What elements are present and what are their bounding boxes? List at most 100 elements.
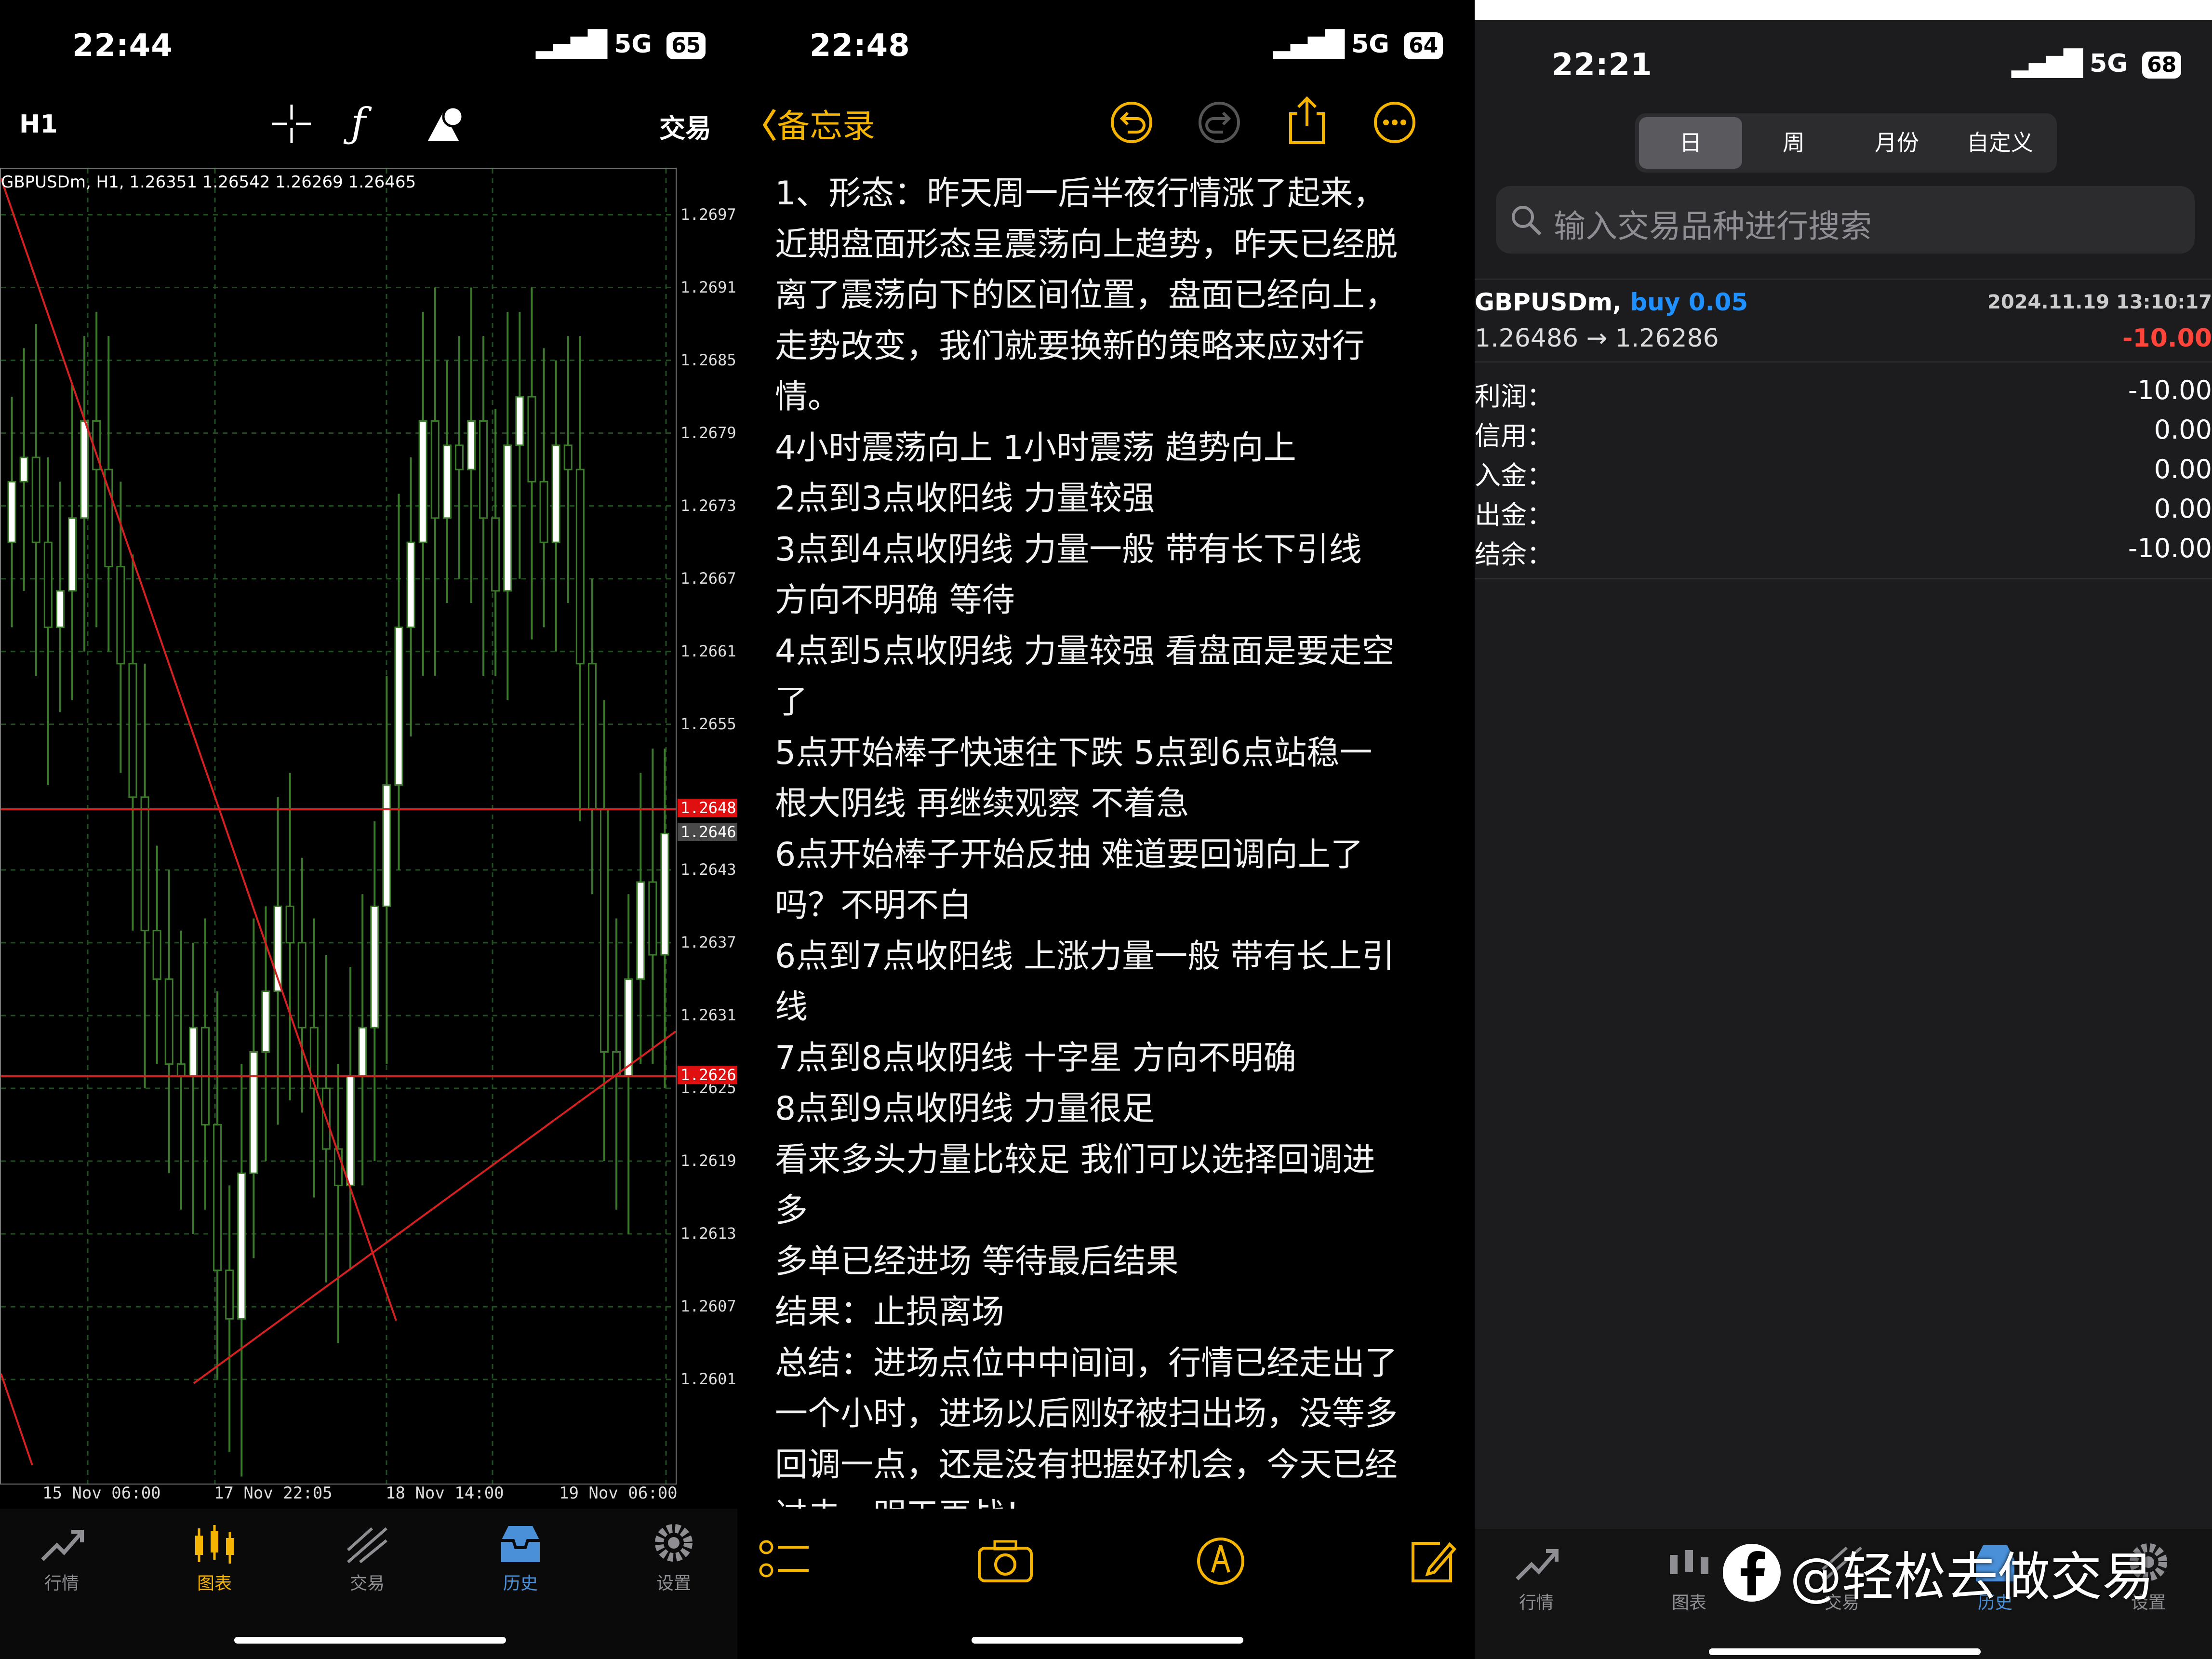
tab-bar: 行情 图表 交易 历史 设置 bbox=[0, 1509, 737, 1659]
segment-week[interactable]: 周 bbox=[1742, 117, 1845, 169]
chart-icon bbox=[1670, 1550, 1708, 1574]
redo-icon[interactable] bbox=[1196, 99, 1242, 147]
candle-body bbox=[575, 468, 585, 665]
candle-body bbox=[80, 420, 89, 519]
candle-body bbox=[587, 663, 597, 810]
candle-body bbox=[285, 905, 294, 944]
segment-day[interactable]: 日 bbox=[1639, 117, 1742, 169]
chevron-left-icon: 〈 bbox=[744, 107, 777, 146]
candle-body bbox=[176, 1063, 186, 1077]
tab-trade[interactable]: 交易 bbox=[319, 1521, 415, 1594]
time-tick-label: 19 Nov 06:00 bbox=[559, 1484, 678, 1503]
price-tick-label: 1.2697 bbox=[680, 205, 736, 224]
time-tick-label: 18 Nov 14:00 bbox=[386, 1484, 504, 1503]
tab-quotes[interactable]: 行情 bbox=[1488, 1540, 1585, 1614]
home-indicator bbox=[1709, 1648, 1981, 1655]
candle-body bbox=[67, 517, 77, 592]
price-tick-label: 1.2631 bbox=[680, 1005, 736, 1024]
undo-icon[interactable] bbox=[1108, 99, 1155, 147]
note-line: 多 bbox=[775, 1191, 808, 1230]
candle-body bbox=[7, 481, 16, 543]
markup-icon[interactable] bbox=[1194, 1535, 1247, 1590]
price-tick-label: 1.2601 bbox=[680, 1370, 736, 1389]
balance-value: -10.00 bbox=[2128, 533, 2212, 563]
signal-icon: ▂▄▆█ bbox=[1273, 30, 1345, 59]
top-strip bbox=[1475, 0, 2212, 20]
function-icon[interactable]: ƒ bbox=[351, 99, 366, 147]
candle-body bbox=[442, 444, 452, 519]
tab-history[interactable]: 历史 bbox=[472, 1521, 569, 1594]
price-tick-label: 1.2685 bbox=[680, 350, 736, 369]
credit-value: 0.00 bbox=[2154, 415, 2212, 445]
search-field[interactable]: 输入交易品种进行搜索 bbox=[1496, 186, 2195, 254]
trend-line bbox=[1, 178, 397, 1321]
deal-side: buy 0.05 bbox=[1630, 288, 1748, 316]
tab-chart[interactable]: 图表 bbox=[166, 1521, 263, 1594]
timeframe-button[interactable]: H1 bbox=[19, 110, 58, 139]
status-signal: ▂▄▆█ 5G 68 bbox=[2012, 49, 2182, 79]
deal-row[interactable]: GBPUSDm, buy 0.05 2024.11.19 13:10:17 1.… bbox=[1475, 279, 2212, 362]
battery-indicator: 68 bbox=[2142, 52, 2182, 79]
chart-screen: 22:44 ▂▄▆█ 5G 65 H1 ƒ 交易 GBPUSDm, H1, 1.… bbox=[0, 0, 737, 1659]
candle-body bbox=[660, 832, 669, 956]
price-tick-label: 1.2691 bbox=[680, 278, 736, 296]
segment-custom[interactable]: 自定义 bbox=[1948, 117, 2052, 169]
notes-screen: 22:48 ▂▄▆█ 5G 64 〈备忘录 1、形态：昨天周一后半夜行情涨了起来… bbox=[737, 0, 1475, 1659]
trade-icon bbox=[346, 1527, 387, 1564]
note-line: 4小时震荡向上 1小时震荡 趋势向上 bbox=[775, 428, 1296, 467]
credit-label: 信用： bbox=[1475, 421, 1553, 451]
share-icon[interactable] bbox=[1284, 94, 1330, 149]
tab-settings[interactable]: 设置 bbox=[626, 1521, 722, 1594]
candle-body bbox=[370, 905, 379, 1029]
deal-symbol: GBPUSDm, buy 0.05 bbox=[1475, 288, 1748, 316]
segment-month[interactable]: 月份 bbox=[1845, 117, 1948, 169]
price-tick-label: 1.2679 bbox=[680, 423, 736, 442]
checklist-icon[interactable] bbox=[759, 1537, 812, 1587]
chart-area[interactable]: GBPUSDm, H1, 1.26351 1.26542 1.26269 1.2… bbox=[0, 168, 677, 1485]
balance-label: 结余： bbox=[1475, 539, 1553, 570]
note-line: 离了震荡向下的区间位置，盘面已经向上， bbox=[775, 276, 1398, 314]
deal-date: 2024.11.19 13:10:17 bbox=[1987, 291, 2212, 313]
note-line: 吗？不明不白 bbox=[775, 886, 972, 924]
price-tick-label: 1.2673 bbox=[680, 496, 736, 515]
candle-body bbox=[31, 456, 40, 543]
candle-body bbox=[394, 626, 403, 786]
network-label: 5G bbox=[1351, 30, 1389, 59]
candle-body bbox=[43, 541, 53, 628]
trade-link[interactable]: 交易 bbox=[659, 107, 711, 145]
deposit-value: 0.00 bbox=[2154, 454, 2212, 484]
search-placeholder: 输入交易品种进行搜索 bbox=[1554, 208, 1872, 245]
quotes-icon bbox=[41, 1530, 84, 1561]
more-icon[interactable] bbox=[1372, 99, 1418, 147]
candle-body bbox=[140, 796, 149, 932]
note-line: 6点开始棒子开始反抽 难道要回调向上了 bbox=[775, 835, 1363, 874]
candle-body bbox=[418, 420, 427, 543]
candle-body bbox=[454, 444, 464, 470]
candle-body bbox=[466, 420, 476, 470]
note-body[interactable]: 1、形态：昨天周一后半夜行情涨了起来， 近期盘面形态呈震荡向上趋势，昨天已经脱 离了… bbox=[737, 145, 1475, 1535]
objects-icon[interactable] bbox=[424, 102, 467, 147]
candlestick-chart bbox=[1, 169, 676, 1484]
candle-body bbox=[128, 663, 137, 798]
profit-label: 利润： bbox=[1475, 381, 1553, 412]
candle-body bbox=[563, 444, 573, 470]
note-line: 8点到9点收阴线 力量很足 bbox=[775, 1090, 1155, 1128]
note-line: 总结：进场点位中中间间，行情已经走出了 bbox=[775, 1344, 1398, 1382]
back-button[interactable]: 〈备忘录 bbox=[744, 99, 875, 147]
note-line: 结果：止损离场 bbox=[775, 1293, 1005, 1331]
candle-body bbox=[527, 396, 536, 482]
crosshair-icon[interactable] bbox=[270, 102, 313, 147]
note-line: 近期盘面形态呈震荡向上趋势，昨天已经脱 bbox=[775, 225, 1398, 264]
tab-quotes[interactable]: 行情 bbox=[13, 1521, 110, 1594]
camera-icon[interactable] bbox=[976, 1537, 1034, 1587]
status-time: 22:48 bbox=[810, 28, 910, 64]
status-signal: ▂▄▆█ 5G 64 bbox=[1273, 30, 1443, 59]
candle-body bbox=[188, 1027, 198, 1077]
network-label: 5G bbox=[2090, 49, 2128, 78]
note-line: 4点到5点收阴线 力量较强 看盘面是要走空 bbox=[775, 632, 1395, 670]
candle-body bbox=[346, 1075, 355, 1186]
candle-body bbox=[213, 1124, 222, 1271]
chart-header: GBPUSDm, H1, 1.26351 1.26542 1.26269 1.2… bbox=[1, 173, 416, 192]
compose-icon[interactable] bbox=[1406, 1535, 1459, 1590]
candle-body bbox=[116, 566, 125, 665]
